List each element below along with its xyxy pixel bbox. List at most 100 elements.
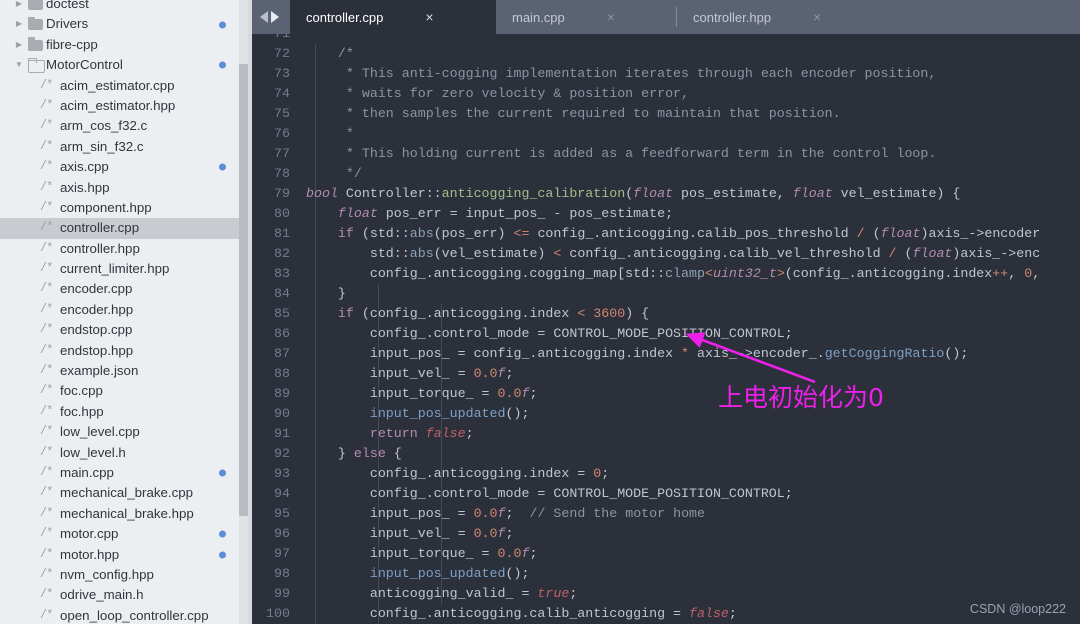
tree-item-encoder-cpp[interactable]: /* encoder.cpp [0, 279, 244, 299]
tree-item-endstop-cpp[interactable]: /* endstop.cpp [0, 320, 244, 340]
line-number: 76 [274, 126, 290, 141]
file-tree-sidebar[interactable]: ▶ doctest ▶ Drivers ▶ fibre-cpp ▼ MotorControl /… [0, 0, 252, 624]
code-line-content: config_.anticogging.calib_anticogging = … [300, 604, 1080, 624]
tree-item-label: acim_estimator.hpp [60, 97, 176, 113]
source-file-icon: /* [40, 180, 53, 194]
tree-item-motorcontrol[interactable]: ▼ MotorControl [0, 55, 244, 75]
code-token: ; [601, 466, 610, 481]
tree-item-acim-estimator-cpp[interactable]: /* acim_estimator.cpp [0, 76, 244, 96]
code-line-content [300, 34, 1080, 44]
code-token: input_vel_ = [306, 526, 474, 541]
tree-item-component-hpp[interactable]: /* component.hpp [0, 198, 244, 218]
chevron-right-icon[interactable]: ▶ [12, 14, 26, 34]
code-token: uint32_t [712, 266, 777, 281]
code-token: std:: [306, 246, 410, 261]
code-token: /* [337, 46, 354, 61]
tree-item-mechanical-brake-cpp[interactable]: /* mechanical_brake.cpp [0, 483, 244, 503]
tree-item-fibre-cpp[interactable]: ▶ fibre-cpp [0, 35, 244, 55]
close-icon[interactable]: × [607, 10, 615, 24]
tree-item-foc-hpp[interactable]: /* foc.hpp [0, 402, 244, 422]
code-token: Controller:: [337, 186, 442, 201]
arrow-right-icon[interactable] [270, 11, 279, 23]
tab-list: controller.cpp × main.cpp × controller.hpp × [290, 0, 867, 34]
tree-item-mechanical-brake-hpp[interactable]: /* mechanical_brake.hpp [0, 504, 244, 524]
line-number: 98 [274, 566, 290, 581]
code-token: f [497, 366, 506, 381]
code-line: 98 input_pos_updated(); [252, 564, 1080, 584]
code-token: config_.anticogging.calib_anticogging = [306, 606, 690, 621]
code-view[interactable]: 7172 /*73 * This anti-cogging implementa… [252, 34, 1080, 624]
tree-item-current-limiter-hpp[interactable]: /* current_limiter.hpp [0, 259, 244, 279]
tree-item-open-loop-controller-cpp[interactable]: /* open_loop_controller.cpp [0, 606, 244, 624]
sidebar-scrollbar-thumb[interactable] [239, 64, 248, 516]
code-line-content: input_pos_updated(); [300, 404, 1080, 424]
code-token: ( [864, 226, 881, 241]
tree-item-drivers[interactable]: ▶ Drivers [0, 14, 244, 34]
tree-item-label: motor.cpp [60, 526, 119, 542]
chevron-right-icon[interactable]: ▶ [12, 0, 26, 14]
tree-item-controller-hpp[interactable]: /* controller.hpp [0, 239, 244, 259]
tree-item-arm-sin-f32-c[interactable]: /* arm_sin_f32.c [0, 137, 244, 157]
code-line: 100 config_.anticogging.calib_anticoggin… [252, 604, 1080, 624]
tree-item-arm-cos-f32-c[interactable]: /* arm_cos_f32.c [0, 116, 244, 136]
tree-item-acim-estimator-hpp[interactable]: /* acim_estimator.hpp [0, 96, 244, 116]
close-icon[interactable]: × [425, 10, 433, 24]
line-number: 83 [274, 266, 290, 281]
tree-item-odrive-main-h[interactable]: /* odrive_main.h [0, 585, 244, 605]
tree-item-low-level-cpp[interactable]: /* low_level.cpp [0, 422, 244, 442]
tree-item-controller-cpp[interactable]: /* controller.cpp [0, 218, 244, 239]
tab-controller-cpp[interactable]: controller.cpp × [290, 0, 496, 34]
code-token: false [689, 606, 729, 621]
tree-item-label: Drivers [46, 16, 89, 32]
source-file-icon: /* [40, 527, 53, 541]
tree-item-label: encoder.hpp [60, 301, 134, 317]
tree-item-label: arm_cos_f32.c [60, 118, 148, 134]
tree-item-label: arm_sin_f32.c [60, 138, 144, 154]
code-line: 84 } [252, 284, 1080, 304]
close-icon[interactable]: × [813, 10, 821, 24]
code-token: / [888, 246, 897, 261]
tree-item-example-json[interactable]: /* example.json [0, 361, 244, 381]
tree-item-nvm-config-hpp[interactable]: /* nvm_config.hpp [0, 565, 244, 585]
code-line: 94 config_.control_mode = CONTROL_MODE_P… [252, 484, 1080, 504]
code-token: input_pos_updated [369, 406, 506, 421]
code-line-content: return false; [300, 424, 1080, 444]
tree-item-main-cpp[interactable]: /* main.cpp [0, 463, 244, 483]
tree-item-foc-cpp[interactable]: /* foc.cpp [0, 381, 244, 401]
tree-item-label: endstop.hpp [60, 342, 134, 358]
tree-item-motor-hpp[interactable]: /* motor.hpp [0, 545, 244, 565]
code-token: (std:: [353, 226, 410, 241]
tab-label: controller.cpp [306, 9, 384, 25]
source-file-icon: /* [40, 445, 53, 459]
code-token: abs [409, 226, 434, 241]
tab-controller-hpp[interactable]: controller.hpp × [677, 0, 867, 34]
code-token: float [337, 206, 378, 221]
tree-item-label: foc.hpp [60, 403, 104, 419]
tree-item-axis-hpp[interactable]: /* axis.hpp [0, 178, 244, 198]
tree-item-motor-cpp[interactable]: /* motor.cpp [0, 524, 244, 544]
tree-item-doctest[interactable]: ▶ doctest [0, 0, 244, 14]
code-line: 97 input_torque_ = 0.0f; [252, 544, 1080, 564]
arrow-left-icon[interactable] [259, 11, 268, 23]
chevron-right-icon[interactable]: ▶ [12, 35, 26, 55]
code-token: anticogging_calibration [441, 186, 626, 201]
code-token: { [385, 446, 402, 461]
chevron-down-icon[interactable]: ▼ [12, 55, 26, 75]
code-line: 77 * This holding current is added as a … [252, 144, 1080, 164]
source-file-icon: /* [40, 262, 53, 276]
tree-item-low-level-h[interactable]: /* low_level.h [0, 443, 244, 463]
code-token: if [337, 226, 354, 241]
code-token: input_pos_ = config_.anticogging.index [306, 346, 682, 361]
code-token: input_torque_ = [306, 546, 498, 561]
tree-item-endstop-hpp[interactable]: /* endstop.hpp [0, 341, 244, 361]
code-token: getCoggingRatio [824, 346, 945, 361]
tab-nav-arrows[interactable] [252, 0, 286, 34]
ide-window: ▶ doctest ▶ Drivers ▶ fibre-cpp ▼ MotorControl /… [0, 0, 1080, 624]
tab-main-cpp[interactable]: main.cpp × [496, 0, 676, 34]
tree-item-encoder-hpp[interactable]: /* encoder.hpp [0, 300, 244, 320]
tree-item-axis-cpp[interactable]: /* axis.cpp [0, 157, 244, 177]
tree-item-label: motor.hpp [60, 546, 120, 562]
code-line-content: anticogging_valid_ = true; [300, 584, 1080, 604]
folder-icon [26, 14, 46, 34]
code-token: , [1008, 266, 1025, 281]
